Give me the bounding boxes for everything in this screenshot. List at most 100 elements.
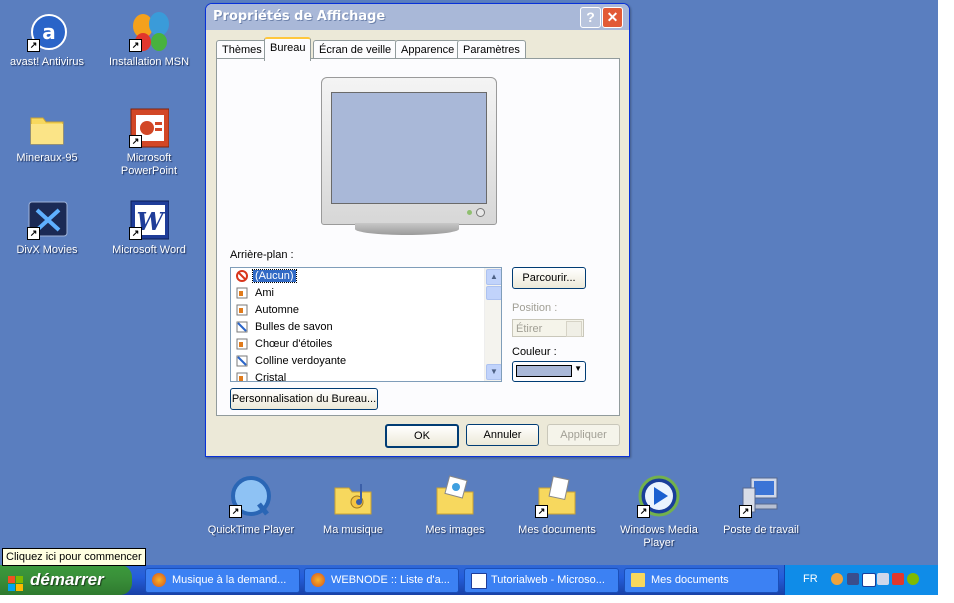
desktop-icon-mes-documents[interactable]: ↗ Mes documents — [507, 474, 607, 537]
customize-desktop-button[interactable]: Personnalisation du Bureau... — [230, 388, 378, 410]
shortcut-arrow-icon: ↗ — [535, 505, 548, 518]
dialog-title: Propriétés de Affichage — [213, 9, 386, 24]
image-file-icon — [236, 338, 248, 350]
browser-tray-icon[interactable] — [907, 573, 919, 585]
cancel-button[interactable]: Annuler — [466, 424, 539, 446]
ok-button[interactable]: OK — [385, 424, 459, 448]
start-button[interactable]: démarrer — [0, 565, 132, 595]
desktop-icon-poste-de-travail[interactable]: ↗ Poste de travail — [711, 474, 811, 537]
tab-bureau[interactable]: Bureau — [264, 37, 312, 61]
background-listbox[interactable]: (Aucun) Ami Automne Bulles de savon Chœu… — [230, 267, 502, 382]
power-led-icon — [467, 210, 472, 215]
screen-edge-bottom — [0, 595, 954, 603]
desktop-icon-label: Mineraux-95 — [16, 152, 78, 164]
shortcut-arrow-icon: ↗ — [27, 39, 40, 52]
scroll-thumb[interactable] — [486, 286, 501, 300]
desktop-icon-windows-media-player[interactable]: ↗ Windows Media Player — [609, 474, 709, 550]
start-label: démarrer — [30, 570, 104, 589]
system-tray: FR — [784, 565, 939, 595]
desktop-icon-label: DivX Movies — [16, 244, 78, 256]
desktop-icon-label: avast! Antivirus — [10, 56, 84, 68]
desktop-icon-label: Mes documents — [518, 524, 596, 536]
tab-apparence[interactable]: Apparence — [395, 40, 461, 59]
shortcut-arrow-icon: ↗ — [27, 227, 40, 240]
my-computer-icon: ↗ — [739, 474, 783, 518]
shortcut-arrow-icon: ↗ — [129, 227, 142, 240]
position-label: Position : — [512, 302, 558, 314]
desktop-icon-quicktime[interactable]: ↗ QuickTime Player — [201, 474, 301, 537]
image-file-icon — [236, 304, 248, 316]
svg-text:a: a — [42, 20, 56, 44]
language-indicator[interactable]: FR — [803, 573, 818, 585]
desktop-icon-powerpoint[interactable]: ↗ Microsoft PowerPoint — [99, 108, 199, 178]
desktop-icon-mineraux[interactable]: Mineraux-95 — [0, 108, 97, 165]
shortcut-arrow-icon: ↗ — [229, 505, 242, 518]
desktop-icon-mes-images[interactable]: Mes images — [405, 474, 505, 537]
help-button[interactable]: ? — [580, 7, 601, 28]
desktop-icon-label: Poste de travail — [723, 524, 799, 536]
image-file-icon — [236, 287, 248, 299]
close-button[interactable]: ✕ — [602, 7, 623, 28]
list-item[interactable]: Cristal — [231, 370, 501, 381]
firefox-icon — [152, 573, 166, 587]
tab-themes[interactable]: Thèmes — [216, 40, 268, 59]
taskbar-button-mes-documents[interactable]: Mes documents — [624, 568, 779, 593]
folder-icon — [27, 108, 67, 148]
desktop-icon-msn[interactable]: ↗ Installation MSN — [99, 12, 199, 69]
display-properties-dialog: Propriétés de Affichage ? ✕ Thèmes Burea… — [205, 3, 630, 457]
shortcut-arrow-icon: ↗ — [129, 39, 142, 52]
color-label: Couleur : — [512, 346, 557, 358]
monitor-stand — [355, 223, 459, 235]
browse-button[interactable]: Parcourir... — [512, 267, 586, 289]
list-item[interactable]: Bulles de savon — [231, 319, 501, 336]
background-label: Arrière-plan : — [230, 249, 294, 261]
desktop-icon-word[interactable]: W ↗ Microsoft Word — [99, 200, 199, 257]
tab-panel-bureau: Arrière-plan : (Aucun) Ami Automne Bulle… — [216, 58, 620, 416]
apply-button[interactable]: Appliquer — [547, 424, 620, 446]
taskbar: démarrer Musique à la demand... WEBNODE … — [0, 565, 939, 595]
documents-folder-icon: ↗ — [535, 474, 579, 518]
desktop-icon-label: Mes images — [425, 524, 485, 536]
color-picker-button[interactable]: ▼ — [512, 361, 586, 382]
list-item[interactable]: Automne — [231, 302, 501, 319]
show-hidden-icons-icon[interactable] — [831, 573, 843, 585]
list-item[interactable]: Colline verdoyante — [231, 353, 501, 370]
list-item[interactable]: Ami — [231, 285, 501, 302]
desktop-icon-avast[interactable]: a ↗ avast! Antivirus — [0, 12, 97, 69]
taskbar-button-tutorialweb[interactable]: Tutorialweb - Microso... — [464, 568, 619, 593]
taskbar-button-webnode[interactable]: WEBNODE :: Liste d'a... — [304, 568, 459, 593]
image-file-icon — [236, 321, 248, 333]
antivirus-tray-icon[interactable] — [892, 573, 904, 585]
firefox-icon — [311, 573, 325, 587]
tab-ecran-de-veille[interactable]: Écran de veille — [313, 40, 398, 59]
word-icon — [471, 573, 487, 589]
list-scrollbar[interactable]: ▲ ▼ — [484, 268, 501, 381]
media-player-tray-icon[interactable] — [862, 573, 876, 587]
desktop-icon-label: Windows Media Player — [620, 524, 698, 549]
monitor-screen-preview — [331, 92, 487, 204]
windows-media-player-icon: ↗ — [637, 474, 681, 518]
desktop-icon-label: Microsoft PowerPoint — [120, 152, 178, 177]
position-select[interactable]: Étirer — [512, 319, 584, 337]
color-swatch — [516, 365, 572, 377]
monitor-tray-icon[interactable] — [877, 573, 889, 585]
list-item[interactable]: (Aucun) — [231, 268, 501, 285]
music-folder-icon — [331, 474, 375, 518]
taskbar-button-musique[interactable]: Musique à la demand... — [145, 568, 300, 593]
scroll-down-icon[interactable]: ▼ — [486, 364, 501, 380]
desktop-icon-divx[interactable]: ↗ DivX Movies — [0, 200, 97, 257]
dialog-titlebar[interactable]: Propriétés de Affichage ? ✕ — [206, 4, 629, 30]
scroll-up-icon[interactable]: ▲ — [486, 269, 501, 285]
divx-icon: ↗ — [27, 200, 68, 240]
screen-edge — [938, 0, 954, 603]
network-icon[interactable] — [847, 573, 859, 585]
word-icon: W ↗ — [129, 200, 170, 240]
list-item[interactable]: Chœur d'étoiles — [231, 336, 501, 353]
power-knob-icon — [476, 208, 485, 217]
monitor-preview — [321, 77, 497, 235]
desktop-icon-ma-musique[interactable]: Ma musique — [303, 474, 403, 537]
tab-parametres[interactable]: Paramètres — [457, 40, 526, 59]
desktop-background: a ↗ avast! Antivirus ↗ Installation MSN … — [0, 0, 938, 565]
shortcut-arrow-icon: ↗ — [637, 505, 650, 518]
chevron-down-icon — [566, 321, 582, 337]
